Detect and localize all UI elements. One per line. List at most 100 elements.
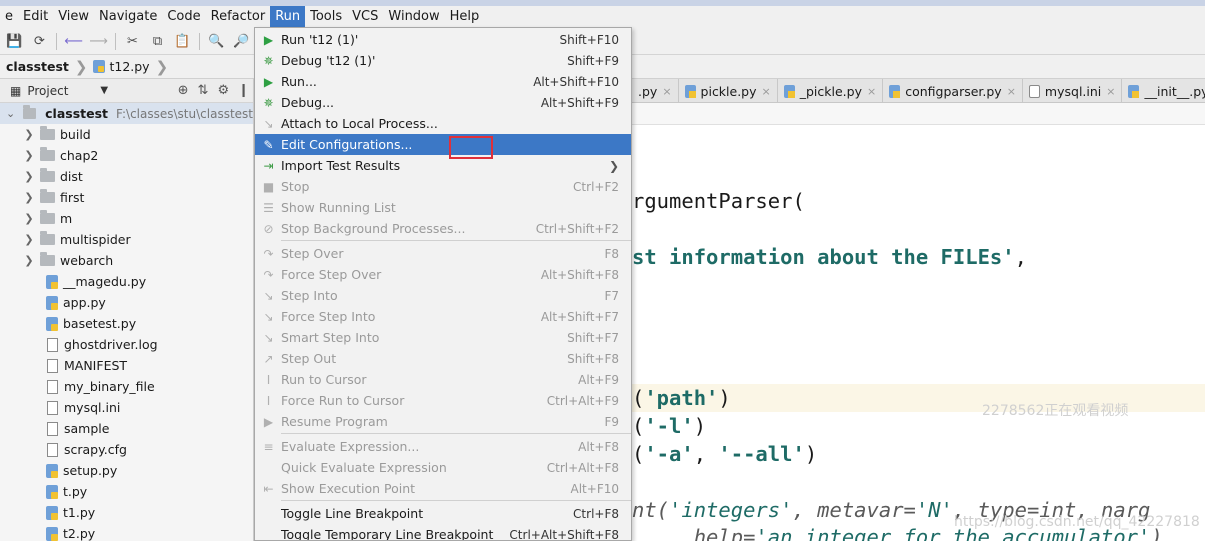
menu-item-show-execution-point[interactable]: ⇤ Show Execution Point Alt+F10	[255, 478, 631, 499]
menu-item-quick-evaluate-expression[interactable]: Quick Evaluate Expression Ctrl+Alt+F8	[255, 457, 631, 478]
menu-item-force-step-over[interactable]: ↷ Force Step Over Alt+Shift+F8	[255, 264, 631, 285]
editor-tab[interactable]: __init__.py×	[1122, 79, 1205, 103]
chevron-right-icon[interactable]: ❯	[22, 170, 36, 183]
replace-icon[interactable]: 🔎	[233, 33, 250, 50]
hide-panel-icon[interactable]: ❙	[238, 83, 249, 98]
project-root-node[interactable]: ⌄ classtest F:\classes\stu\classtest	[0, 103, 253, 124]
menu-item-attach-to-local-process[interactable]: ↘ Attach to Local Process...	[255, 113, 631, 134]
tree-folder-item[interactable]: ❯ dist	[0, 166, 253, 187]
menu-run[interactable]: Run	[270, 6, 306, 28]
menu-vcs[interactable]: VCS	[347, 6, 383, 28]
tree-file-item[interactable]: basetest.py	[0, 313, 253, 334]
tree-folder-item[interactable]: ❯ m	[0, 208, 253, 229]
menu-item-label: Force Step Over	[281, 267, 382, 282]
sync-icon[interactable]: ⟳	[31, 33, 48, 50]
close-icon[interactable]: ×	[762, 85, 771, 98]
gear-icon[interactable]: ⚙	[217, 83, 229, 98]
menu-edit[interactable]: Edit	[18, 6, 53, 28]
copy-icon[interactable]: ⧉	[149, 33, 166, 50]
sync-target-icon[interactable]: ⊕	[178, 83, 189, 98]
chevron-down-icon[interactable]: ▼	[100, 85, 108, 96]
menu-item-show-running-list[interactable]: ☰ Show Running List	[255, 197, 631, 218]
menu-item-run-t12-1[interactable]: ▶ Run 't12 (1)' Shift+F10	[255, 29, 631, 50]
editor-tab[interactable]: mysql.ini ×	[1023, 79, 1123, 103]
chevron-right-icon[interactable]: ❯	[22, 149, 36, 162]
project-root-name: classtest	[45, 106, 109, 121]
tree-file-item[interactable]: scrapy.cfg	[0, 439, 253, 460]
chevron-right-icon[interactable]: ❯	[22, 128, 36, 141]
menu-item-run-to-cursor[interactable]: I Run to Cursor Alt+F9	[255, 369, 631, 390]
menu-e[interactable]: e	[0, 6, 18, 28]
chevron-right-icon[interactable]: ❯	[22, 212, 36, 225]
tree-folder-item[interactable]: ❯ build	[0, 124, 253, 145]
tree-file-item[interactable]: setup.py	[0, 460, 253, 481]
tree-file-item[interactable]: __magedu.py	[0, 271, 253, 292]
menu-item-import-test-results[interactable]: ⇥ Import Test Results ❯	[255, 155, 631, 176]
breadcrumb-project[interactable]: classtest	[0, 55, 75, 79]
menu-item-toggle-line-breakpoint[interactable]: Toggle Line Breakpoint Ctrl+F8	[255, 503, 631, 524]
tree-file-item[interactable]: sample	[0, 418, 253, 439]
menu-item-label: Toggle Line Breakpoint	[281, 506, 424, 521]
cut-icon[interactable]: ✂	[124, 33, 141, 50]
menu-item-toggle-temporary-line-breakpoint[interactable]: Toggle Temporary Line Breakpoint Ctrl+Alt…	[255, 524, 631, 540]
save-icon[interactable]: 💾	[6, 33, 23, 50]
menu-window[interactable]: Window	[383, 6, 444, 28]
tree-file-item[interactable]: app.py	[0, 292, 253, 313]
menu-item-label: Step Over	[281, 246, 344, 261]
menu-item-step-over[interactable]: ↷ Step Over F8	[255, 243, 631, 264]
menu-item-force-run-to-cursor[interactable]: I Force Run to Cursor Ctrl+Alt+F9	[255, 390, 631, 411]
menu-item-debug-t12-1[interactable]: ✵ Debug 't12 (1)' Shift+F9	[255, 50, 631, 71]
tree-file-item[interactable]: my_binary_file	[0, 376, 253, 397]
close-icon[interactable]: ×	[662, 85, 671, 98]
chevron-right-icon[interactable]: ❯	[22, 233, 36, 246]
force-step-into-icon: ↘	[263, 309, 274, 324]
project-view-selector[interactable]: Project	[27, 84, 68, 98]
menu-item-debug[interactable]: ✵ Debug... Alt+Shift+F9	[255, 92, 631, 113]
menu-item-evaluate-expression[interactable]: ≡ Evaluate Expression... Alt+F8	[255, 436, 631, 457]
menu-navigate[interactable]: Navigate	[94, 6, 162, 28]
tree-item-label: my_binary_file	[64, 379, 155, 394]
tree-file-item[interactable]: t2.py	[0, 523, 253, 541]
menu-item-resume-program[interactable]: ▶ Resume Program F9	[255, 411, 631, 432]
paste-icon[interactable]: 📋	[174, 33, 191, 50]
menu-item-stop[interactable]: ■ Stop Ctrl+F2	[255, 176, 631, 197]
menu-item-smart-step-into[interactable]: ↘ Smart Step Into Shift+F7	[255, 327, 631, 348]
python-file-icon	[46, 526, 58, 541]
tree-file-item[interactable]: ghostdriver.log	[0, 334, 253, 355]
close-icon[interactable]: ×	[1106, 85, 1115, 98]
breadcrumb-file[interactable]: t12.py	[87, 55, 155, 79]
menu-item-force-step-into[interactable]: ↘ Force Step Into Alt+Shift+F7	[255, 306, 631, 327]
editor-tab[interactable]: _pickle.py ×	[778, 79, 884, 103]
menu-item-label: Import Test Results	[281, 158, 401, 173]
menu-tools[interactable]: Tools	[305, 6, 347, 28]
editor-tab[interactable]: pickle.py ×	[679, 79, 778, 103]
collapse-all-icon[interactable]: ⇅	[198, 83, 209, 98]
menu-item-step-into[interactable]: ↘ Step Into F7	[255, 285, 631, 306]
back-icon[interactable]: ⟵	[64, 33, 83, 50]
tree-file-item[interactable]: t.py	[0, 481, 253, 502]
menu-item-stop-background-processes[interactable]: ⊘ Stop Background Processes... Ctrl+Shift+…	[255, 218, 631, 239]
tree-folder-item[interactable]: ❯ webarch	[0, 250, 253, 271]
menu-view[interactable]: View	[53, 6, 94, 28]
menu-item-step-out[interactable]: ↗ Step Out Shift+F8	[255, 348, 631, 369]
forward-icon[interactable]: ⟶	[89, 33, 108, 50]
tree-file-item[interactable]: MANIFEST	[0, 355, 253, 376]
menu-help[interactable]: Help	[445, 6, 485, 28]
menu-refactor[interactable]: Refactor	[206, 6, 271, 28]
tree-folder-item[interactable]: ❯ chap2	[0, 145, 253, 166]
chevron-down-icon[interactable]: ⌄	[6, 107, 15, 120]
menu-item-edit-configurations[interactable]: ✎ Edit Configurations...	[255, 134, 631, 155]
tree-file-item[interactable]: mysql.ini	[0, 397, 253, 418]
editor-tab[interactable]: .py ×	[632, 79, 679, 103]
tree-folder-item[interactable]: ❯ first	[0, 187, 253, 208]
tree-file-item[interactable]: t1.py	[0, 502, 253, 523]
close-icon[interactable]: ×	[867, 85, 876, 98]
close-icon[interactable]: ×	[1007, 85, 1016, 98]
menu-code[interactable]: Code	[162, 6, 205, 28]
chevron-right-icon[interactable]: ❯	[22, 254, 36, 267]
editor-tab[interactable]: configparser.py ×	[883, 79, 1023, 103]
chevron-right-icon[interactable]: ❯	[22, 191, 36, 204]
find-icon[interactable]: 🔍	[208, 33, 225, 50]
tree-folder-item[interactable]: ❯ multispider	[0, 229, 253, 250]
menu-item-run[interactable]: ▶ Run... Alt+Shift+F10	[255, 71, 631, 92]
